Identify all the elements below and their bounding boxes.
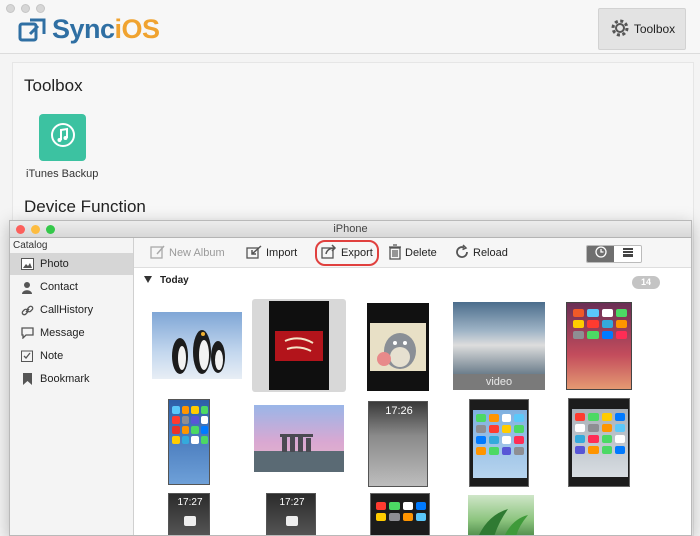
delete-label: Delete: [405, 247, 437, 259]
photo-thumbnail-plant[interactable]: [468, 495, 534, 535]
phone-home-screen: [572, 409, 628, 477]
music-note-icon: [49, 121, 77, 154]
video-label: video: [453, 374, 545, 390]
note-icon: [20, 349, 34, 363]
export-label: Export: [341, 247, 373, 259]
reload-icon: [454, 243, 470, 263]
export-icon: [321, 243, 338, 263]
app-icon-grid: [573, 309, 627, 339]
sidebar-item-label: Contact: [40, 281, 78, 293]
sidebar-item-label: Message: [40, 327, 85, 339]
view-mode-toggle: [586, 245, 642, 263]
sidebar-item-label: Note: [40, 350, 64, 362]
gear-icon: [609, 17, 631, 42]
main-header: SynciOS Toolbox: [0, 0, 700, 54]
iphone-dialog: iPhone Catalog Photo Contact CallHistory: [9, 220, 692, 536]
totoro-image: [370, 323, 426, 371]
app-icon-grid: [476, 414, 524, 455]
lockscreen-time: 17:27: [177, 497, 203, 508]
app-icon-grid: [376, 502, 426, 521]
sidebar-item-label: Bookmark: [40, 373, 90, 385]
app-icon-grid: [575, 413, 625, 454]
photo-grid-area: Today 14 video 17:26 17:27 17:27: [134, 269, 691, 535]
sidebar-item-contact[interactable]: Contact: [10, 276, 133, 298]
syncios-logo-icon: [18, 16, 48, 44]
sidebar-item-photo[interactable]: Photo: [10, 253, 133, 275]
lockscreen-time: 17:27: [279, 497, 305, 508]
import-icon: [246, 244, 263, 263]
photo-thumbnail-lockscreen-2[interactable]: 17:27: [168, 493, 210, 535]
group-title: Today: [160, 275, 189, 286]
device-function-title: Device Function: [24, 197, 146, 216]
syncios-logo: SynciOS: [18, 14, 160, 45]
phone-screenshot-dark: [269, 301, 329, 390]
itunes-backup-label: iTunes Backup: [26, 168, 99, 180]
contact-icon: [20, 280, 34, 294]
reload-button[interactable]: Reload: [454, 242, 508, 264]
syncios-wordmark: SynciOS: [52, 14, 160, 45]
photo-toolbar: New Album Import Export Delete Reload: [134, 238, 691, 268]
photo-thumbnail-iphone-home-3[interactable]: [568, 398, 630, 487]
reload-label: Reload: [473, 247, 508, 259]
photo-thumbnail-totoro[interactable]: [367, 303, 429, 391]
notification-icon: [184, 516, 196, 526]
photo-thumbnail-stonehenge[interactable]: [254, 405, 344, 472]
sidebar-item-callhistory[interactable]: CallHistory: [10, 299, 133, 321]
brand-text-sync: Sync: [52, 14, 115, 44]
import-label: Import: [266, 247, 298, 259]
sidebar-item-bookmark[interactable]: Bookmark: [10, 368, 133, 390]
window-controls: [6, 4, 45, 13]
red-card-image: [275, 331, 323, 361]
sidebar-item-note[interactable]: Note: [10, 345, 133, 367]
photo-thumbnail-penguins[interactable]: [152, 312, 242, 379]
group-header[interactable]: Today: [144, 275, 189, 286]
clock-icon: [594, 246, 607, 262]
timeline-view-button[interactable]: [587, 246, 614, 262]
photo-thumbnail-ipad-home[interactable]: [566, 302, 632, 390]
photo-icon: [20, 257, 34, 271]
new-album-button[interactable]: New Album: [150, 242, 225, 264]
link-icon: [20, 303, 34, 317]
maximize-window-button[interactable]: [36, 4, 45, 13]
photo-thumbnail-iphone-home-2[interactable]: [469, 399, 529, 487]
triangle-down-icon: [144, 275, 152, 286]
phone-home-screen: [473, 410, 527, 478]
delete-button[interactable]: Delete: [388, 242, 437, 264]
notification-icon: [286, 516, 298, 526]
catalog-label: Catalog: [13, 240, 48, 251]
dialog-titlebar: iPhone: [10, 221, 691, 238]
sidebar-item-label: Photo: [40, 258, 69, 270]
photo-thumbnail-iphone-home-4[interactable]: [370, 493, 430, 535]
photo-thumbnail-lockscreen-1[interactable]: 17:26: [368, 401, 428, 487]
dialog-title: iPhone: [333, 223, 368, 235]
import-button[interactable]: Import: [246, 242, 297, 264]
new-album-label: New Album: [169, 247, 225, 259]
sidebar-item-label: CallHistory: [40, 304, 94, 316]
minimize-window-button[interactable]: [21, 4, 30, 13]
brand-text-ios: iOS: [114, 14, 161, 44]
video-thumbnail-clouds[interactable]: video: [453, 302, 545, 390]
catalog-sidebar: Catalog Photo Contact CallHistory Messag…: [10, 238, 134, 535]
itunes-backup-tile[interactable]: [39, 114, 86, 161]
lockscreen-time: 17:26: [385, 405, 413, 417]
close-window-button[interactable]: [6, 4, 15, 13]
photo-thumbnail-iphone-home-1[interactable]: [168, 399, 210, 485]
album-view-button[interactable]: [614, 246, 641, 262]
trash-icon: [388, 243, 402, 263]
clouds-image: [453, 302, 545, 374]
stack-icon: [622, 246, 634, 262]
app-icon-grid: [172, 406, 208, 444]
photo-thumbnail-lockscreen-3[interactable]: 17:27: [266, 493, 316, 535]
new-album-icon: [150, 244, 166, 263]
message-icon: [20, 326, 34, 340]
toolbox-button-label: Toolbox: [633, 22, 676, 36]
toolbox-section-title: Toolbox: [24, 76, 83, 95]
bookmark-icon: [20, 372, 34, 386]
export-button[interactable]: Export: [315, 240, 379, 266]
photo-count-badge: 14: [632, 276, 660, 289]
photo-thumbnail-selected[interactable]: [252, 299, 346, 392]
sidebar-item-message[interactable]: Message: [10, 322, 133, 344]
toolbox-button[interactable]: Toolbox: [598, 8, 686, 50]
